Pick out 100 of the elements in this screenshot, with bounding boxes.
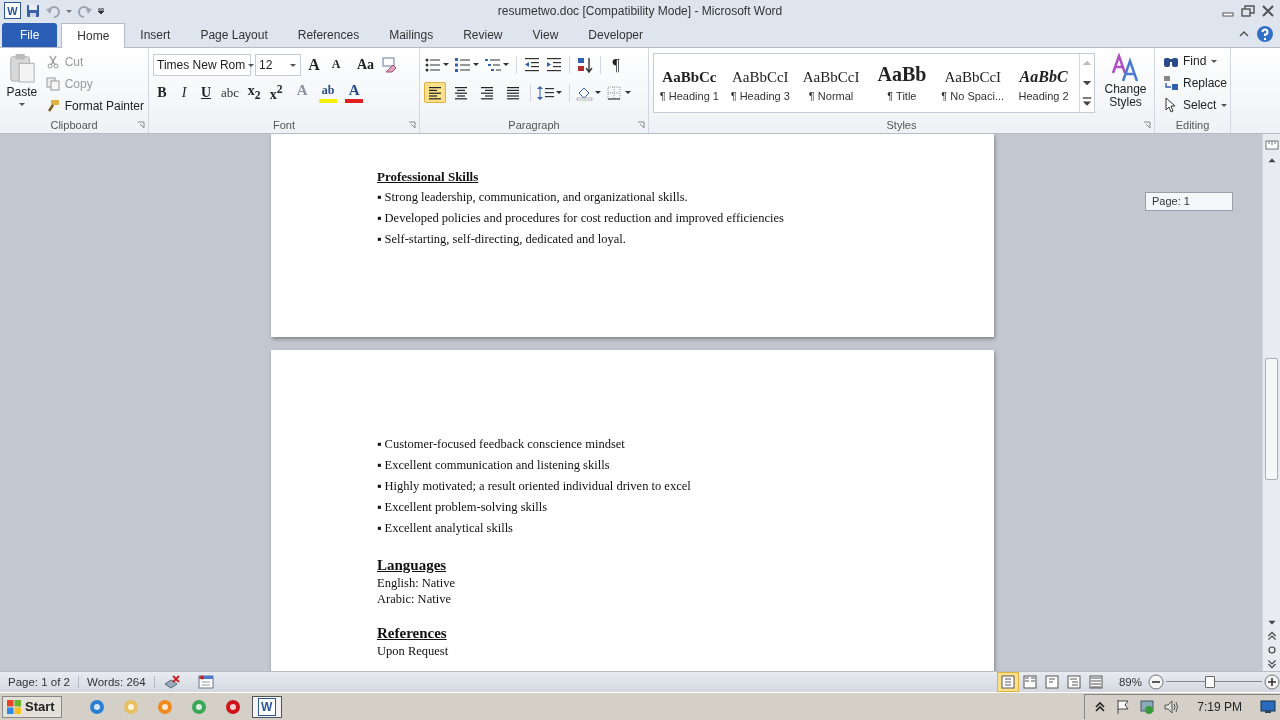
view-icon bbox=[1065, 673, 1082, 690]
clipboard-button[interactable]: Format Painter bbox=[45, 95, 144, 116]
replace-button[interactable]: Replace bbox=[1163, 73, 1226, 93]
ribbon-tab[interactable]: File bbox=[2, 22, 58, 47]
document-text: ▪ Strong leadership, communication, and organizational skills. bbox=[377, 189, 688, 204]
macro-icon[interactable] bbox=[196, 673, 215, 690]
taskbar-app[interactable]: W bbox=[251, 695, 282, 718]
style-item[interactable]: AaBbCcI ¶ Heading 3 bbox=[724, 53, 796, 112]
proofing-icon[interactable] bbox=[162, 673, 181, 690]
caret-icon bbox=[1210, 57, 1219, 66]
document-text: Arabic: Native bbox=[377, 591, 451, 606]
view-icon bbox=[1021, 673, 1038, 690]
color-button[interactable]: A bbox=[345, 82, 364, 103]
line-spacing-icon[interactable] bbox=[537, 84, 563, 101]
document-text: ▪ Excellent problem-solving skills bbox=[377, 499, 548, 514]
font-size-button[interactable]: A bbox=[305, 54, 323, 75]
page-tooltip: Page: 1 bbox=[1145, 191, 1233, 211]
paintbrush-icon bbox=[45, 98, 60, 113]
document-text: English: Native bbox=[377, 575, 456, 590]
scissors-icon bbox=[45, 54, 60, 69]
change-styles-button[interactable]: Change Styles bbox=[1101, 52, 1150, 117]
paste-button[interactable]: Paste bbox=[4, 51, 40, 117]
ribbon-tab[interactable]: Mailings bbox=[374, 22, 449, 47]
show-formatting-button[interactable]: ¶ bbox=[607, 54, 625, 75]
zoom-in-icon[interactable] bbox=[1264, 673, 1280, 690]
show-desktop-icon[interactable] bbox=[1260, 700, 1276, 715]
format-button[interactable]: x$_{2}$ bbox=[245, 82, 264, 103]
document-text: Professional Skills bbox=[377, 168, 479, 184]
sort-icon[interactable] bbox=[576, 55, 594, 74]
view-icon bbox=[999, 673, 1016, 690]
font-size-field[interactable]: 12 bbox=[255, 53, 301, 76]
format-button[interactable]: I bbox=[175, 82, 193, 103]
color-button[interactable]: ab bbox=[319, 82, 338, 103]
replace-icon bbox=[1163, 75, 1179, 92]
group-label: Clipboard bbox=[50, 118, 98, 131]
zoom-level[interactable]: 89% bbox=[1118, 675, 1142, 688]
increase-indent-icon[interactable] bbox=[545, 55, 563, 74]
document-text: ▪ Developed policies and procedures for cost reduction and improved efficiencies bbox=[377, 210, 784, 225]
align-icon bbox=[479, 84, 495, 101]
dialog-launcher-icon[interactable] bbox=[408, 120, 416, 129]
numbering-icon[interactable] bbox=[454, 56, 480, 73]
app-icon[interactable]: W bbox=[4, 2, 21, 20]
style-item[interactable]: AaBbCcI ¶ No Spaci... bbox=[937, 53, 1009, 112]
zoom-slider[interactable] bbox=[1166, 674, 1262, 689]
help-icon[interactable] bbox=[1256, 25, 1274, 44]
style-item[interactable]: AaBb ¶ Title bbox=[866, 53, 938, 112]
style-item[interactable]: AaBbCc ¶ Heading 1 bbox=[654, 53, 725, 112]
select-button[interactable]: Select bbox=[1163, 95, 1226, 115]
ribbon-tab[interactable]: Insert bbox=[125, 22, 186, 47]
speaker-icon[interactable] bbox=[1163, 699, 1180, 716]
word-count[interactable]: Words: 264 bbox=[79, 675, 155, 688]
zoom-out-icon[interactable] bbox=[1148, 673, 1164, 690]
dialog-launcher-icon[interactable] bbox=[637, 120, 645, 129]
document-text: ▪ Customer-focused feedback conscience mindset bbox=[377, 436, 625, 451]
save-icon[interactable] bbox=[25, 2, 41, 19]
dialog-launcher-icon[interactable] bbox=[1143, 120, 1151, 129]
caret-icon bbox=[1220, 101, 1229, 110]
windows-logo bbox=[6, 698, 22, 715]
format-button[interactable]: abc bbox=[219, 82, 242, 103]
restore-icon[interactable] bbox=[1240, 2, 1256, 19]
ribbon-tab[interactable]: View bbox=[517, 22, 574, 47]
letters-icon bbox=[1110, 52, 1141, 83]
view-button[interactable] bbox=[996, 671, 1019, 692]
ribbon-tab[interactable]: Developer bbox=[573, 22, 658, 47]
network-icon[interactable] bbox=[1139, 699, 1156, 716]
align-button[interactable] bbox=[424, 82, 446, 104]
font-name-field[interactable]: Times New Rom bbox=[153, 53, 251, 76]
ribbon-tab[interactable]: Review bbox=[448, 22, 518, 47]
align-icon bbox=[453, 84, 469, 101]
format-button[interactable]: x$^{2}$ bbox=[267, 82, 286, 103]
zoom-slider-thumb[interactable] bbox=[1205, 675, 1216, 688]
group-label: Paragraph bbox=[508, 118, 560, 131]
dialog-launcher-icon[interactable] bbox=[137, 120, 145, 129]
multilevel-list-icon[interactable] bbox=[484, 56, 510, 73]
format-button[interactable]: B bbox=[153, 82, 171, 103]
font-size-button[interactable]: A bbox=[327, 54, 345, 75]
font-size-button[interactable]: Aa bbox=[355, 54, 377, 75]
scroll-thumb[interactable] bbox=[1265, 357, 1278, 480]
group-label: Styles bbox=[886, 118, 917, 131]
style-item[interactable]: AaBbC Heading 2 bbox=[1008, 53, 1079, 112]
clock[interactable]: 7:19 PM bbox=[1197, 700, 1242, 715]
decrease-indent-icon[interactable] bbox=[523, 55, 541, 74]
page-count[interactable]: Page: 1 of 2 bbox=[0, 675, 80, 688]
close-icon[interactable] bbox=[1260, 2, 1276, 19]
clear-formatting-icon[interactable] bbox=[380, 55, 399, 74]
find-button[interactable]: Find bbox=[1163, 51, 1226, 71]
copy-icon bbox=[45, 76, 60, 91]
format-button[interactable]: U bbox=[197, 82, 215, 103]
customize-caret-icon[interactable] bbox=[97, 6, 105, 15]
flag-icon[interactable] bbox=[1115, 699, 1132, 716]
vertical-scrollbar[interactable] bbox=[1262, 133, 1280, 671]
ribbon-tab[interactable]: References bbox=[282, 22, 375, 47]
document-text: ▪ Self-starting, self-directing, dedicated and loyal. bbox=[377, 231, 626, 246]
start-button[interactable]: Start bbox=[2, 695, 62, 718]
borders-icon[interactable] bbox=[606, 84, 632, 101]
ribbon-tab[interactable]: Page Layout bbox=[185, 22, 283, 47]
style-item[interactable]: AaBbCcI ¶ Normal bbox=[795, 53, 867, 112]
document-text: ▪ Highly motivated; a result oriented individual driven to excel bbox=[377, 478, 691, 493]
ribbon-tab[interactable]: Home bbox=[61, 22, 126, 48]
bullets-icon[interactable] bbox=[424, 56, 450, 73]
